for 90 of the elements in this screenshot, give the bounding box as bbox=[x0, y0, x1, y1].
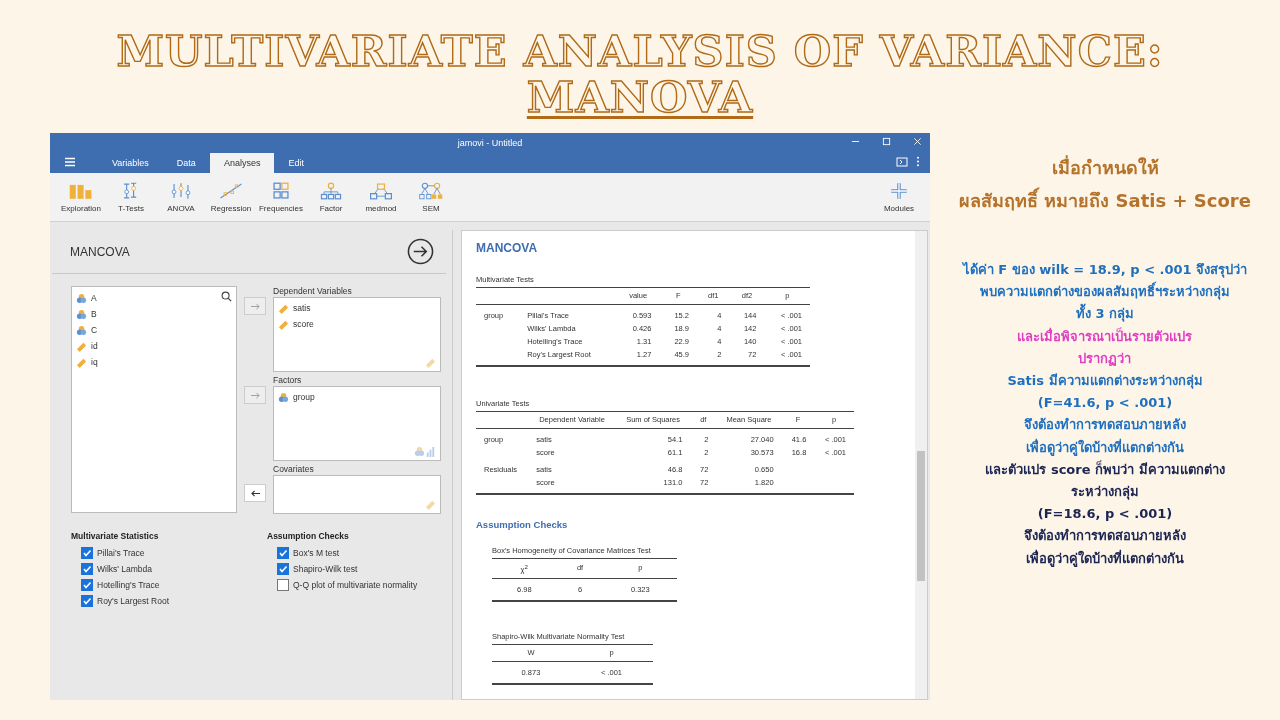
menu-tab[interactable]: Edit bbox=[274, 153, 318, 173]
ruler-icon bbox=[425, 357, 436, 368]
section-heading: Assumption Checks bbox=[267, 531, 350, 541]
option-label: Box's M test bbox=[293, 548, 340, 558]
option-label: Shapiro-Wilk test bbox=[293, 564, 358, 574]
checkbox[interactable] bbox=[81, 547, 93, 559]
box-label: Factors bbox=[273, 375, 303, 386]
note-text: พบความแตกต่างของผลสัมฤทธิ์ฯระหว่างกลุ่ม bbox=[980, 281, 1230, 304]
scrollbar[interactable] bbox=[915, 231, 927, 699]
note-heading: เมื่อกำหนดให้ ผลสัมฤทธิ์ หมายถึง Satis + Score bbox=[959, 154, 1251, 213]
nominal-variable-icon bbox=[76, 324, 87, 336]
checkbox[interactable] bbox=[277, 563, 289, 575]
note-text: (F=41.6, p < .001) bbox=[1037, 394, 1173, 413]
note-text: จึงต้องทำการทดสอบภายหลัง bbox=[1024, 416, 1186, 435]
move-button[interactable] bbox=[244, 484, 266, 502]
checkbox[interactable] bbox=[81, 595, 93, 607]
note-text: ทั้ง 3 กลุ่ม bbox=[1075, 303, 1135, 326]
ruler-icon bbox=[425, 499, 436, 510]
variable-item[interactable]: iq bbox=[76, 354, 236, 370]
node-diagram-icon bbox=[368, 181, 394, 201]
note-text: ได้ค่า F ของ wilk = 18.9, p < .001 จึงสรุปว่า bbox=[962, 261, 1248, 280]
toolbar-button[interactable]: T-Tests bbox=[106, 181, 156, 213]
window-title: jamovi - Untitled bbox=[457, 137, 523, 148]
toolbar-button[interactable]: ANOVA bbox=[156, 181, 206, 213]
option-label: Pillai's Trace bbox=[97, 548, 145, 558]
analysis-title: MANCOVA bbox=[70, 244, 130, 259]
toolbar-button[interactable]: Exploration bbox=[56, 181, 106, 213]
note-text: เพื่อดูว่าคู่ใดบ้างที่แตกต่างกัน bbox=[1026, 437, 1184, 458]
option-label: Hotelling's Trace bbox=[97, 580, 160, 590]
variable-item[interactable]: C bbox=[76, 322, 236, 338]
note-text: ปรากฏว่า bbox=[1078, 349, 1132, 368]
arrow-icon bbox=[249, 390, 261, 400]
toolbar-button[interactable]: Regression bbox=[206, 181, 256, 213]
slide-title: MULTIVARIATE ANALYSIS OF VARIANCE: bbox=[116, 28, 1164, 74]
panel-icon[interactable] bbox=[896, 156, 908, 167]
nominal-variable-icon bbox=[278, 391, 289, 403]
results-title: MANCOVA bbox=[476, 241, 539, 255]
note-text: (F=18.6, p < .001) bbox=[1037, 505, 1173, 524]
section-title: Assumption Checks bbox=[476, 519, 569, 530]
note-text: จึงต้องทำการทดสอบภายหลัง bbox=[1024, 527, 1186, 546]
drop-list[interactable]: group bbox=[273, 386, 441, 461]
nominal-ordinal-icon bbox=[414, 446, 436, 457]
path-diagram-icon bbox=[418, 181, 444, 201]
arrow-icon bbox=[249, 488, 261, 498]
toolbar-button[interactable]: Frequencies bbox=[256, 181, 306, 213]
maximize-icon[interactable] bbox=[882, 137, 891, 146]
toolbar-button[interactable]: SEM bbox=[406, 181, 456, 213]
box-label: Covariates bbox=[273, 464, 315, 475]
variable-item[interactable]: B bbox=[76, 306, 236, 322]
hierarchy-icon bbox=[318, 181, 344, 201]
ruler-icon bbox=[76, 356, 87, 368]
toolbar-button[interactable]: medmod bbox=[356, 181, 406, 213]
ruler-icon bbox=[76, 340, 87, 352]
search-icon[interactable] bbox=[221, 291, 232, 302]
slide-subtitle: MANOVA bbox=[526, 74, 754, 120]
box-label: Dependent Variables bbox=[273, 286, 353, 297]
modules-button[interactable]: Modules bbox=[874, 181, 924, 213]
arrow-circle-icon[interactable] bbox=[407, 238, 434, 265]
option-label: Q-Q plot of multivariate normality bbox=[293, 580, 418, 590]
toolbar-button[interactable]: Factor bbox=[306, 181, 356, 213]
checkbox[interactable] bbox=[277, 579, 289, 591]
variable-item[interactable]: score bbox=[278, 316, 440, 332]
checkbox[interactable] bbox=[81, 563, 93, 575]
variable-item[interactable]: group bbox=[278, 389, 440, 405]
menu-tab[interactable]: Analyses bbox=[209, 153, 275, 173]
ruler-icon bbox=[278, 318, 289, 330]
variable-item[interactable]: id bbox=[76, 338, 236, 354]
note-text: Satis มีความแตกต่างระหว่างกลุ่ม bbox=[1007, 372, 1203, 391]
menu-tab[interactable]: Data bbox=[162, 153, 210, 173]
more-icon[interactable] bbox=[916, 156, 920, 167]
note-text: ระหว่างกลุ่ม bbox=[1071, 483, 1139, 502]
note-text: และตัวแปร score ก็พบว่า มีความแตกต่าง bbox=[985, 459, 1225, 479]
menu-tab[interactable]: Variables bbox=[98, 153, 163, 173]
variable-item[interactable]: satis bbox=[278, 300, 440, 316]
trend-line-icon bbox=[218, 181, 244, 201]
note-text: และเมื่อพิจารณาเป็นรายตัวแปร bbox=[1017, 326, 1193, 346]
drop-list[interactable]: satis score bbox=[273, 297, 441, 372]
nominal-variable-icon bbox=[76, 292, 87, 304]
variable-item[interactable]: A bbox=[76, 290, 236, 306]
checkbox[interactable] bbox=[81, 579, 93, 591]
ruler-icon bbox=[278, 302, 289, 314]
arrow-icon bbox=[249, 301, 261, 311]
option-label: Wilks' Lambda bbox=[97, 564, 152, 574]
option-label: Roy's Largest Root bbox=[97, 596, 170, 606]
section-heading: Multivariate Statistics bbox=[71, 531, 160, 541]
nominal-variable-icon bbox=[76, 308, 87, 320]
note-text: เพื่อดูว่าคู่ใดบ้างที่แตกต่างกัน bbox=[1026, 548, 1184, 569]
close-icon[interactable] bbox=[913, 137, 922, 146]
checkbox[interactable] bbox=[277, 547, 289, 559]
menu-icon[interactable] bbox=[64, 157, 76, 167]
